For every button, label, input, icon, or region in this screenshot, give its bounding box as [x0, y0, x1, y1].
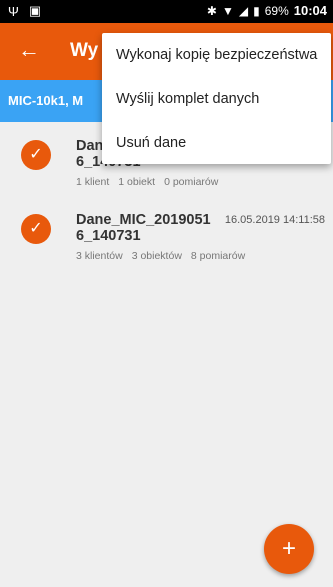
- battery-icon: ▮: [253, 3, 260, 18]
- item-meta: 1 klient 1 obiekt 0 pomiarów: [76, 176, 218, 188]
- client-count: 3 klientów: [76, 250, 123, 262]
- measurement-count: 8 pomiarów: [190, 250, 246, 262]
- add-button[interactable]: +: [264, 524, 314, 574]
- object-count: 3 obiektów: [131, 250, 182, 262]
- menu-item-send-data[interactable]: Wyślij komplet danych: [102, 77, 331, 121]
- menu-item-backup[interactable]: Wykonaj kopię bezpieczeństwa: [102, 33, 331, 77]
- screenshot-icon: ▣: [28, 3, 42, 18]
- wifi-icon: ▼: [221, 3, 234, 18]
- item-date: 16.05.2019 14:11:58: [224, 214, 325, 226]
- status-bar: Ψ ▣ ✱ ▼ ◢ ▮ 69% 10:04: [0, 0, 333, 23]
- usb-icon: Ψ: [8, 3, 19, 19]
- page-title: Wy: [70, 40, 99, 61]
- item-meta: 3 klientów 3 obiektów 8 pomiarów: [76, 250, 245, 262]
- signal-icon: ◢: [238, 3, 249, 18]
- list-item[interactable]: ✓ Dane_MIC_2019051 6_140731 16.05.2019 1…: [0, 196, 333, 270]
- client-count: 1 klient: [76, 176, 110, 188]
- battery-percent: 69%: [264, 3, 289, 18]
- overflow-menu: Wykonaj kopię bezpieczeństwa Wyślij komp…: [102, 33, 331, 164]
- back-arrow-icon[interactable]: ←: [18, 37, 40, 63]
- clock: 10:04: [293, 3, 327, 18]
- device-label: MIC-10k1, M: [8, 93, 84, 108]
- bluetooth-icon: ✱: [206, 3, 217, 18]
- measurement-count: 0 pomiarów: [164, 176, 219, 188]
- item-name: Dane_MIC_2019051 6_140731: [76, 212, 211, 244]
- object-count: 1 obiekt: [118, 176, 156, 188]
- check-icon[interactable]: ✓: [21, 140, 51, 170]
- plus-icon: +: [281, 535, 296, 562]
- check-icon[interactable]: ✓: [21, 214, 51, 244]
- menu-item-delete-data[interactable]: Usuń dane: [102, 121, 331, 165]
